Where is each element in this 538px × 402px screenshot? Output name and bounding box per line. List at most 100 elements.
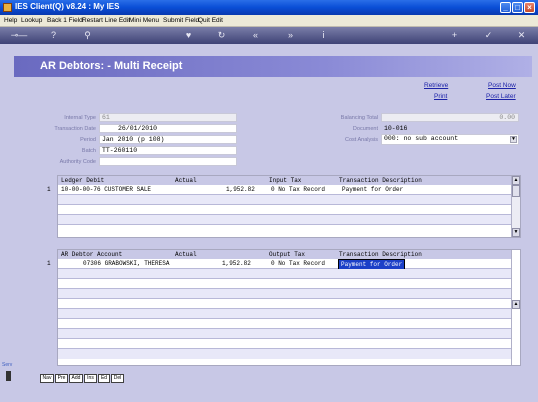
- col-transaction-description: Transaction Description: [339, 251, 422, 258]
- page-banner: AR Debtors: - Multi Receipt: [14, 56, 532, 77]
- add-button[interactable]: Add: [69, 374, 83, 383]
- authority-code-label: Authority Code: [59, 159, 96, 165]
- cost-analysis-select[interactable]: 000: no sub account ▼: [381, 134, 519, 145]
- menu-back-1-field[interactable]: Back 1 Field: [47, 17, 83, 24]
- chevron-down-icon[interactable]: ▼: [510, 136, 517, 143]
- debtor-grid-header: AR Debtor Account Actual Output Tax Tran…: [58, 250, 511, 259]
- menu-lookup[interactable]: Lookup: [21, 17, 42, 24]
- nav-button[interactable]: Nav: [40, 374, 54, 383]
- input-tax-cell[interactable]: 0 No Tax Record: [271, 185, 325, 194]
- cost-analysis-value: 000: no sub account: [384, 135, 459, 142]
- debtor-scrollbar[interactable]: ▲: [511, 250, 520, 365]
- menu-submit-field[interactable]: Submit Field: [163, 17, 199, 24]
- scroll-up-icon[interactable]: ▲: [512, 300, 520, 309]
- ins-button[interactable]: Ins: [84, 374, 97, 383]
- ar-debtor-grid: AR Debtor Account Actual Output Tax Tran…: [47, 249, 521, 366]
- balancing-total-label: Balancing Total: [340, 115, 378, 121]
- transaction-date-label: Transaction Date: [54, 126, 96, 132]
- table-row[interactable]: 1 07306 GRABOWSKI, THERESA 1,952.82 0 No…: [47, 259, 511, 270]
- menu-restart-line-edit[interactable]: Restart Line Edit: [82, 17, 130, 24]
- close-window-button[interactable]: ×: [524, 2, 535, 13]
- period-label: Period: [80, 137, 96, 143]
- batch-field[interactable]: TT-260110: [99, 146, 237, 155]
- table-row[interactable]: [58, 269, 511, 279]
- title-bar: IES Client(Q) v8.24 : My IES _ □ ×: [0, 0, 538, 15]
- app-icon: [3, 3, 12, 12]
- ledger-grid-header: Ledger Debit Actual Input Tax Transactio…: [58, 176, 511, 185]
- pre-button[interactable]: Pre: [55, 374, 68, 383]
- actual-cell[interactable]: 1,952.82: [222, 259, 251, 268]
- ledger-scrollbar[interactable]: ▲ ▼: [511, 176, 520, 237]
- toolbar: ⊸— ? ⚲ ♥ ↻ « » ⅰ + ✓ ✕: [0, 27, 538, 44]
- rewind-icon[interactable]: «: [250, 30, 261, 41]
- print-link[interactable]: Print: [434, 93, 447, 100]
- menu-quit-edit[interactable]: Quit Edit: [198, 17, 223, 24]
- authority-code-field[interactable]: [99, 157, 237, 166]
- table-row[interactable]: [58, 215, 511, 225]
- scroll-up-icon[interactable]: ▲: [512, 176, 520, 185]
- col-transaction-description: Transaction Description: [339, 177, 422, 184]
- minimize-button[interactable]: _: [500, 2, 511, 13]
- plus-icon[interactable]: +: [449, 30, 460, 41]
- transaction-date-field[interactable]: 26/01/2010: [99, 124, 237, 133]
- ledger-account-cell[interactable]: 10-00-00-76 CUSTOMER SALE: [61, 185, 151, 194]
- debtor-account-cell[interactable]: 07306 GRABOWSKI, THERESA: [83, 259, 169, 268]
- table-row[interactable]: 1 10-00-00-76 CUSTOMER SALE 1,952.82 0 N…: [47, 185, 511, 195]
- scroll-down-icon[interactable]: ▼: [512, 228, 520, 237]
- col-output-tax: Output Tax: [269, 251, 306, 258]
- key-icon[interactable]: ⊸—: [8, 30, 30, 41]
- table-row[interactable]: [58, 339, 511, 349]
- col-actual: Actual: [175, 177, 197, 184]
- col-actual: Actual: [175, 251, 197, 258]
- description-cell[interactable]: Payment for Order: [342, 185, 403, 194]
- maximize-button[interactable]: □: [512, 2, 523, 13]
- side-note: Serv: [2, 362, 13, 368]
- refresh-icon[interactable]: ↻: [216, 30, 227, 41]
- table-row[interactable]: [58, 195, 511, 205]
- batch-label: Batch: [81, 148, 96, 154]
- help-icon[interactable]: ?: [48, 30, 59, 41]
- table-row[interactable]: [58, 349, 511, 359]
- page-title: AR Debtors: - Multi Receipt: [40, 60, 183, 72]
- col-ar-debtor-account: AR Debtor Account: [61, 251, 123, 258]
- col-input-tax: Input Tax: [269, 177, 302, 184]
- period-field[interactable]: Jan 2010 (p 108): [99, 135, 237, 144]
- left-strip: [0, 44, 14, 402]
- table-row[interactable]: [58, 289, 511, 299]
- table-row[interactable]: [58, 299, 511, 309]
- check-icon[interactable]: ✓: [483, 30, 494, 41]
- document-field: 10-016: [381, 124, 519, 133]
- post-now-link[interactable]: Post Now: [488, 82, 516, 89]
- output-tax-cell[interactable]: 0 No Tax Record: [271, 259, 325, 268]
- ledger-debit-grid: Ledger Debit Actual Input Tax Transactio…: [47, 175, 521, 238]
- table-row[interactable]: [58, 205, 511, 215]
- info-icon[interactable]: ⅰ: [318, 30, 329, 41]
- fast-forward-icon[interactable]: »: [285, 30, 296, 41]
- heart-icon[interactable]: ♥: [183, 30, 194, 41]
- balancing-total-field: 0.00: [381, 113, 519, 122]
- internal-type-label: Internal Type: [64, 115, 96, 121]
- post-later-link[interactable]: Post Later: [486, 93, 516, 100]
- scroll-thumb[interactable]: [512, 185, 520, 197]
- col-ledger-debit: Ledger Debit: [61, 177, 105, 184]
- table-row[interactable]: [58, 279, 511, 289]
- window-title: IES Client(Q) v8.24 : My IES: [15, 2, 120, 11]
- del-button[interactable]: Del: [111, 374, 124, 383]
- table-row[interactable]: [58, 225, 511, 235]
- row-number: 1: [47, 260, 51, 267]
- actual-cell[interactable]: 1,952.82: [226, 185, 255, 194]
- table-row[interactable]: [58, 309, 511, 319]
- table-row[interactable]: [58, 319, 511, 329]
- menu-bar: Help Lookup Back 1 Field Restart Line Ed…: [0, 15, 538, 27]
- close-icon[interactable]: ✕: [516, 30, 527, 41]
- row-number: 1: [47, 186, 51, 193]
- cost-analysis-label: Cost Analysis: [344, 137, 378, 143]
- ed-button[interactable]: Ed: [98, 374, 110, 383]
- side-tool-icon[interactable]: [6, 371, 11, 381]
- retrieve-link[interactable]: Retrieve: [424, 82, 448, 89]
- document-label: Document: [352, 126, 378, 132]
- table-row[interactable]: [58, 329, 511, 339]
- menu-mini-menu[interactable]: Mini Menu: [129, 17, 159, 24]
- search-icon[interactable]: ⚲: [82, 30, 93, 41]
- menu-help[interactable]: Help: [4, 17, 17, 24]
